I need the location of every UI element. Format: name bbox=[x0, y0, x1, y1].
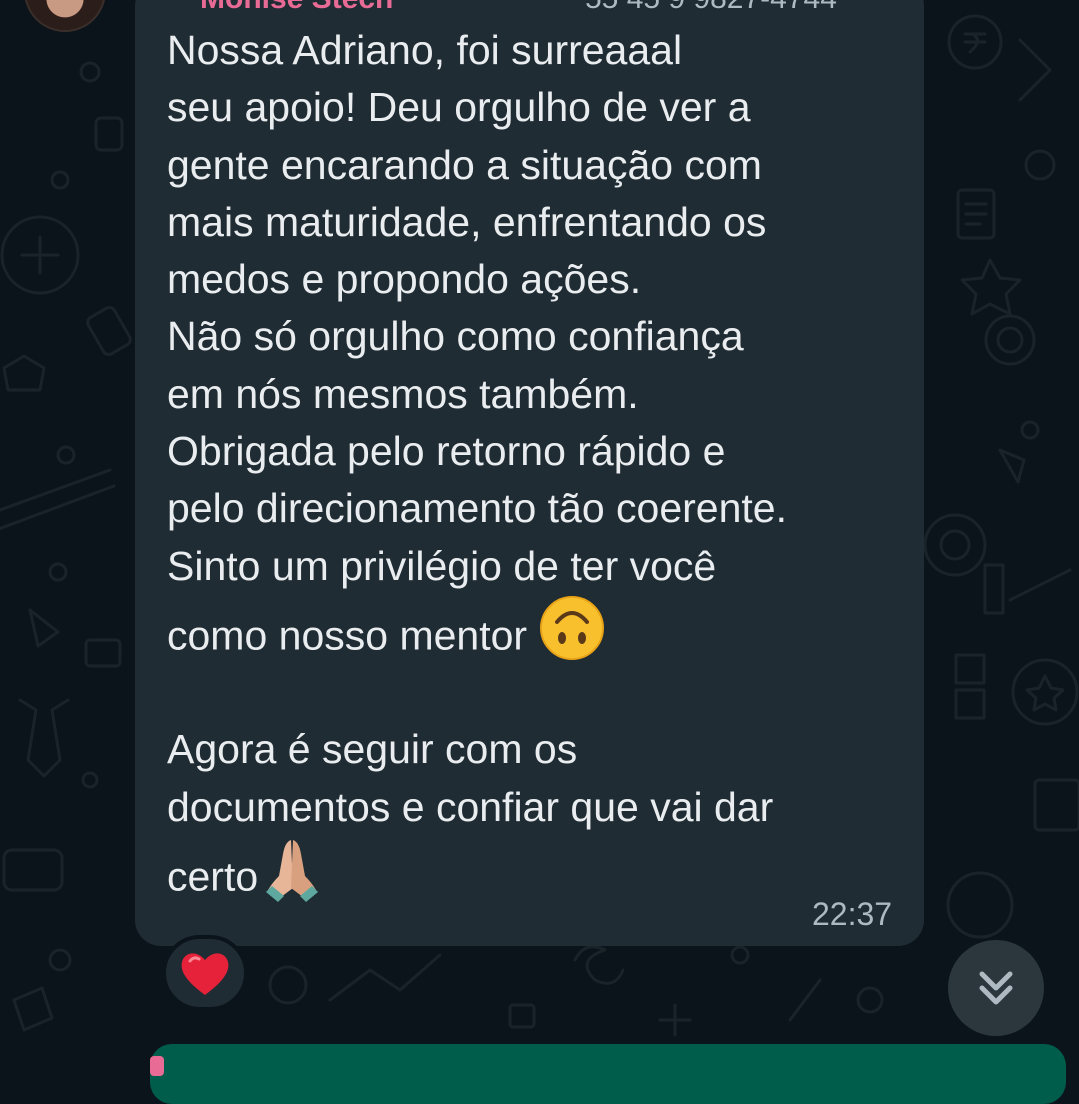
message-line: Nossa Adriano, foi surreaaal bbox=[167, 27, 683, 73]
next-outgoing-message-bubble[interactable] bbox=[150, 1044, 1066, 1104]
message-line: gente encarando a situação com bbox=[167, 141, 762, 188]
message-line: em nós mesmos também. bbox=[167, 370, 639, 417]
message-line: seu apoio! Deu orgulho de ver a bbox=[167, 84, 751, 131]
sender-name[interactable]: Monise Stech bbox=[200, 0, 393, 16]
message-line: Sinto um privilégio de ter você bbox=[167, 542, 717, 589]
message-line: Não só orgulho como confiança bbox=[167, 313, 744, 360]
scroll-to-bottom-button[interactable] bbox=[948, 940, 1044, 1036]
message-line: documentos e confiar que vai dar bbox=[167, 783, 774, 830]
upside-down-face-emoji-icon bbox=[539, 595, 605, 682]
quoted-reply-accent bbox=[150, 1056, 164, 1076]
message-line: Obrigada pelo retorno rápido e bbox=[167, 428, 726, 475]
sender-phone: 55 45 9 9827-4744 bbox=[585, 0, 837, 16]
message-line: medos e propondo ações. bbox=[167, 256, 642, 303]
double-chevron-down-icon bbox=[979, 971, 1013, 1005]
message-line: como nosso mentor bbox=[167, 612, 528, 659]
message-text: Nossa Adriano, foi surreaaal seu apoio! … bbox=[167, 22, 907, 905]
message-line-with-emoji: como nosso mentor bbox=[167, 595, 907, 664]
folded-hands-emoji-icon bbox=[264, 836, 320, 923]
message-line: pelo direcionamento tão coerente. bbox=[167, 485, 787, 532]
message-timestamp: 22:37 bbox=[812, 896, 893, 932]
message-line: Agora é seguir com os bbox=[167, 726, 578, 773]
message-line-with-emoji: certo bbox=[167, 836, 907, 905]
message-line: certo bbox=[167, 853, 259, 900]
heart-icon bbox=[181, 953, 229, 995]
heart-reaction[interactable] bbox=[162, 935, 248, 1011]
message-line: mais maturidade, enfrentando os bbox=[167, 198, 767, 245]
